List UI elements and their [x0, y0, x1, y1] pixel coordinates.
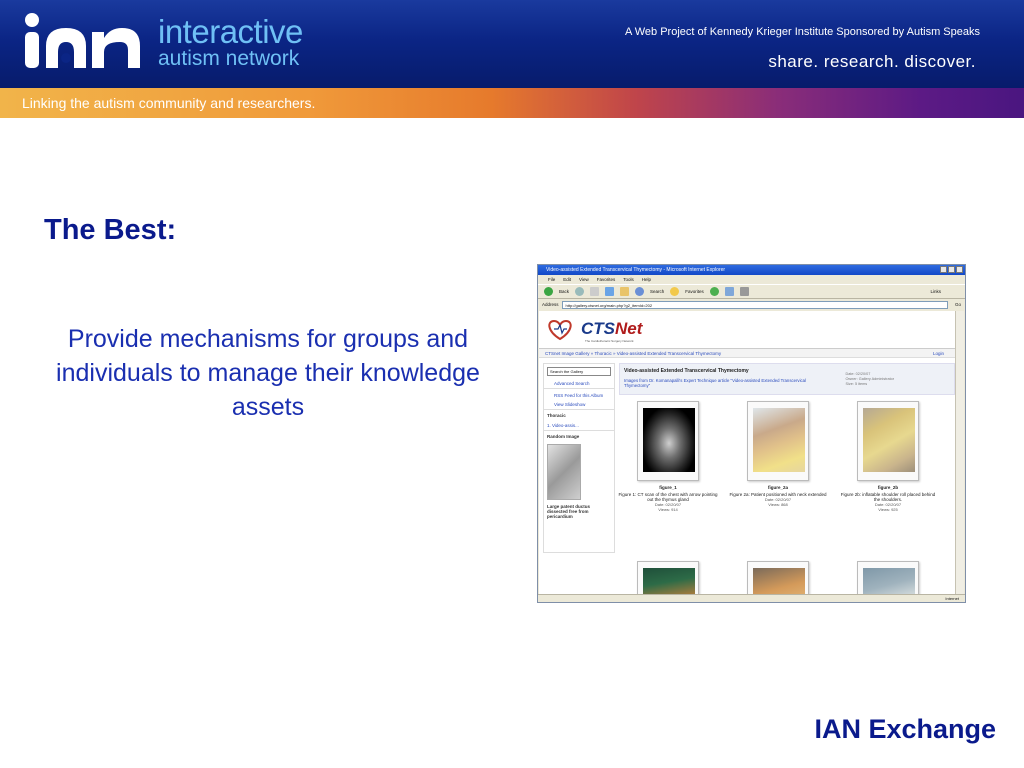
maximize-icon[interactable] — [948, 266, 955, 273]
favorites-button[interactable]: Favorites — [685, 289, 704, 294]
back-arrow-icon[interactable] — [544, 287, 553, 296]
menu-favorites[interactable]: Favorites — [597, 275, 616, 284]
minimize-icon[interactable] — [940, 266, 947, 273]
subbar-text: Linking the autism community and researc… — [22, 95, 316, 111]
section-thoracic: Thoracic — [544, 409, 614, 421]
brand-interactive: interactive — [158, 13, 303, 50]
menu-view[interactable]: View — [579, 275, 589, 284]
subbar: Linking the autism community and researc… — [0, 88, 1024, 118]
browser-screenshot: Video-assisted Extended Transcervical Th… — [537, 264, 966, 603]
menu-file[interactable]: File — [548, 275, 555, 284]
browser-toolbar: Back Search Favorites Links — [538, 284, 965, 299]
address-input[interactable]: http://gallery.ctsnet.org/main.php?g2_it… — [561, 300, 948, 309]
brand-autism-network: autism network — [158, 47, 300, 70]
random-image-thumbnail[interactable] — [547, 444, 581, 500]
slogan: share. research. discover. — [768, 52, 976, 71]
ct-scan-image — [643, 408, 695, 472]
refresh-icon[interactable] — [605, 287, 615, 296]
links-button[interactable]: Links — [930, 289, 941, 294]
surgery-image-1 — [643, 568, 695, 594]
slide: interactive autism network A Web Project… — [0, 0, 1024, 768]
album-meta: Date: 02/20/07 Owner: Gallery Administra… — [845, 372, 894, 386]
thumbnail-figure-2a[interactable] — [747, 401, 809, 481]
figure-2a-views: Views: 868 — [768, 502, 788, 507]
menu-edit[interactable]: Edit — [563, 275, 571, 284]
breadcrumb: CTSnet Image Gallery » Thoracic » Video-… — [539, 349, 956, 358]
thumbnail-surgery-1[interactable] — [637, 561, 699, 594]
browser-menu-bar: File Edit View Favorites Tools Help — [538, 275, 965, 284]
browser-window-title: Video-assisted Extended Transcervical Th… — [546, 267, 726, 273]
album-header: Video-assisted Extended Transcervical Th… — [619, 363, 955, 395]
thumbnail-surgery-3[interactable] — [857, 561, 919, 594]
thumbnail-figure-2b[interactable] — [857, 401, 919, 481]
gallery-search-input[interactable]: Search the Gallery — [547, 367, 611, 376]
thoracic-album-link[interactable]: 1. Video-assis... — [544, 421, 614, 430]
rss-feed-link[interactable]: RSS Feed for this Album — [544, 388, 614, 400]
print-icon[interactable] — [739, 287, 749, 296]
menu-tools[interactable]: Tools — [623, 275, 634, 284]
search-icon[interactable] — [635, 287, 645, 296]
figure-1-name[interactable]: figure_1 — [618, 485, 718, 490]
surgery-image-3 — [863, 568, 915, 594]
browser-title-bar: Video-assisted Extended Transcervical Th… — [538, 265, 965, 275]
slide-title: The Best: — [44, 214, 177, 246]
figure-2b-name[interactable]: figure_2b — [838, 485, 938, 490]
album-description: Images from Dr. Komanapalli's Expert Tec… — [624, 378, 807, 388]
go-button[interactable]: Go — [951, 302, 965, 307]
thumbnail-surgery-2[interactable] — [747, 561, 809, 594]
figure-1-caption: Figure 1: CT scan of the chest with arro… — [618, 492, 718, 502]
caption-figure-1: figure_1 Figure 1: CT scan of the chest … — [618, 485, 718, 512]
menu-help[interactable]: Help — [642, 275, 651, 284]
caption-figure-2b: figure_2b Figure 2b: inflatable shoulder… — [838, 485, 938, 512]
mail-icon[interactable] — [724, 287, 734, 296]
search-button[interactable]: Search — [650, 289, 664, 294]
figure-2b-views: Views: 925 — [878, 507, 898, 512]
slideshow-link[interactable]: View Slideshow — [544, 400, 614, 409]
thumbnail-figure-1[interactable] — [637, 401, 699, 481]
browser-status-bar: Internet — [538, 594, 965, 602]
random-image-caption[interactable]: Large patent ductus dissected free from … — [544, 502, 614, 521]
footer-label: IAN Exchange — [814, 714, 996, 744]
stop-icon[interactable] — [590, 287, 600, 296]
back-button[interactable]: Back — [559, 289, 569, 294]
figure-1-views: Views: 914 — [658, 507, 678, 512]
gallery-sidebar: Search the Gallery Advanced Search RSS F… — [543, 363, 615, 553]
patient-neck-image — [753, 408, 805, 472]
history-icon[interactable] — [709, 287, 719, 296]
forward-arrow-icon[interactable] — [575, 287, 585, 296]
favorites-star-icon[interactable] — [670, 287, 680, 296]
shoulder-roll-image — [863, 408, 915, 472]
random-image-heading: Random Image — [544, 430, 614, 442]
advanced-search-link[interactable]: Advanced Search — [544, 379, 614, 388]
home-icon[interactable] — [620, 287, 630, 296]
browser-page: CTSNet The Cardiothoracic Surgery Networ… — [539, 311, 956, 594]
album-title: Video-assisted Extended Transcervical Th… — [624, 368, 749, 374]
caption-figure-2a: figure_2a Figure 2a: Patient positioned … — [728, 485, 828, 507]
browser-scrollbar[interactable] — [955, 311, 964, 594]
ian-logo-icon — [25, 13, 140, 68]
ctsnet-logo-icon — [548, 319, 572, 341]
ctsnet-wordmark: CTSNet — [581, 319, 643, 338]
status-zone: Internet — [945, 596, 959, 601]
close-icon[interactable] — [956, 266, 963, 273]
slide-body: Provide mechanisms for groups and indivi… — [56, 325, 480, 421]
ctsnet-header: CTSNet The Cardiothoracic Surgery Networ… — [539, 311, 956, 349]
breadcrumb-text[interactable]: CTSnet Image Gallery » Thoracic » Video-… — [545, 351, 721, 356]
address-label: Address — [542, 302, 559, 307]
figure-2b-caption: Figure 2b: inflatable shoulder roll plac… — [840, 492, 936, 502]
web-project-credit: A Web Project of Kennedy Krieger Institu… — [624, 26, 980, 38]
login-link[interactable]: Login — [933, 349, 944, 358]
header-banner: interactive autism network A Web Project… — [0, 0, 1024, 88]
figure-2a-name[interactable]: figure_2a — [728, 485, 828, 490]
ctsnet-subtitle: The Cardiothoracic Surgery Network — [585, 339, 634, 343]
browser-address-bar: Address http://gallery.ctsnet.org/main.p… — [538, 299, 965, 310]
surgery-image-2 — [753, 568, 805, 594]
